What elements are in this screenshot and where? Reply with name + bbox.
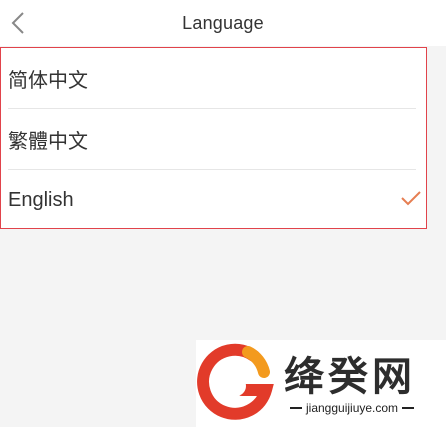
language-label: 简体中文 <box>8 67 88 92</box>
watermark-name: 绛癸网 <box>284 354 416 400</box>
checkmark-icon <box>401 191 421 206</box>
language-label: 繁體中文 <box>8 128 88 153</box>
language-option-english[interactable]: English <box>1 170 426 230</box>
watermark-url: jiangguijiuye.com <box>306 401 399 415</box>
chevron-left-icon <box>11 12 24 34</box>
language-list: 简体中文 繁體中文 English <box>0 47 427 229</box>
watermark-url-row: jiangguijiuye.com <box>286 401 436 415</box>
page-title: Language <box>182 12 264 33</box>
back-button[interactable] <box>4 4 32 42</box>
header-bar: Language <box>0 0 446 46</box>
dash <box>402 407 415 409</box>
watermark: 绛癸网 jiangguijiuye.com <box>196 340 446 427</box>
language-option-simplified-chinese[interactable]: 简体中文 <box>1 48 426 108</box>
language-option-traditional-chinese[interactable]: 繁體中文 <box>1 109 426 169</box>
language-label: English <box>8 188 74 211</box>
dash <box>290 407 302 409</box>
watermark-logo-icon <box>197 343 274 420</box>
